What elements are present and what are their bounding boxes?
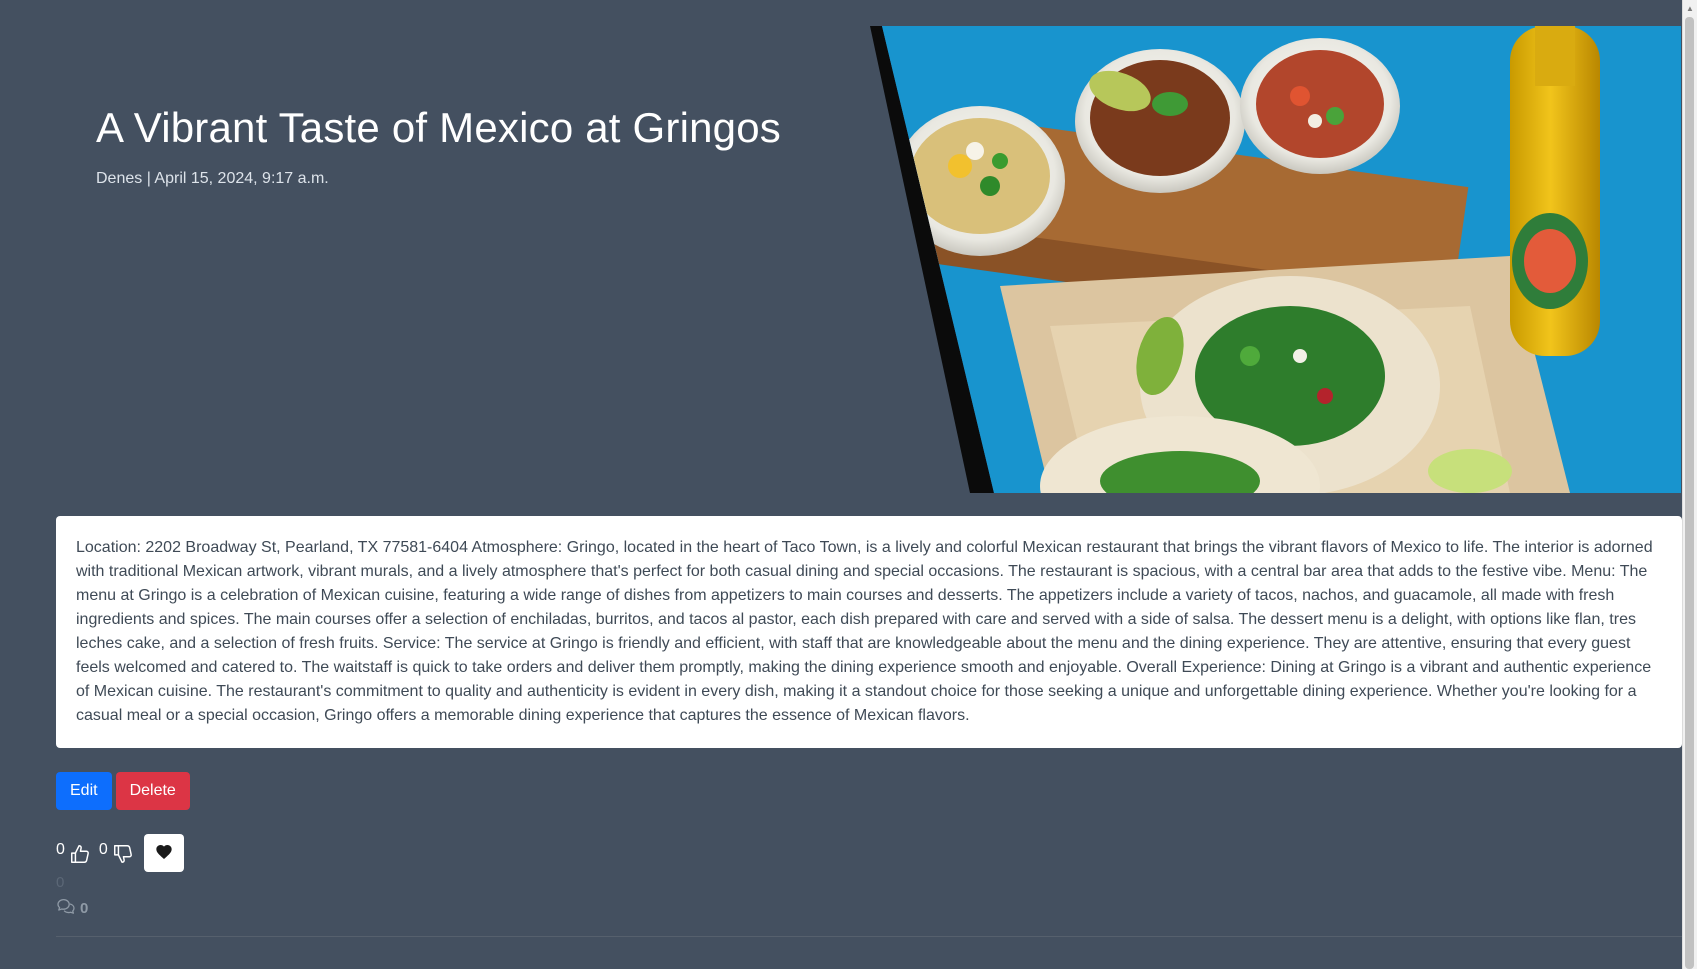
comments-count: 0 <box>80 899 89 917</box>
post-actions: Edit Delete <box>56 772 190 810</box>
post-body-card: Location: 2202 Broadway St, Pearland, TX… <box>56 516 1682 748</box>
section-divider <box>56 936 1682 937</box>
post-body: Location: 2202 Broadway St, Pearland, TX… <box>76 539 1653 724</box>
delete-button[interactable]: Delete <box>115 772 190 810</box>
like-reaction[interactable]: 0 <box>56 841 91 865</box>
comments-link[interactable]: 0 <box>56 898 88 918</box>
favorite-button[interactable] <box>143 834 184 872</box>
edit-button[interactable]: Edit <box>56 772 112 810</box>
post-title: A Vibrant Taste of Mexico at Gringos <box>96 104 782 151</box>
scroll-up-arrow-icon[interactable]: ▲ <box>1683 0 1697 17</box>
page-scrollbar[interactable]: ▲ <box>1682 0 1697 969</box>
dislike-count: 0 <box>98 841 108 858</box>
comments-icon <box>56 898 80 918</box>
post-meta: Denes | April 15, 2024, 9:17 a.m. <box>96 170 329 187</box>
thumbs-down-icon[interactable] <box>112 841 134 865</box>
favorite-count: 0 <box>56 874 65 891</box>
thumbs-up-icon[interactable] <box>69 841 91 865</box>
post-hero-image <box>870 26 1681 493</box>
like-count: 0 <box>56 841 65 858</box>
scrollbar-thumb[interactable] <box>1685 17 1694 969</box>
heart-icon <box>156 844 172 862</box>
post-detail-page: A Vibrant Taste of Mexico at Gringos Den… <box>0 0 1697 969</box>
post-header: A Vibrant Taste of Mexico at Gringos Den… <box>96 100 856 190</box>
dislike-reaction[interactable]: 0 <box>99 841 134 865</box>
reactions-bar: 0 0 <box>56 834 184 872</box>
